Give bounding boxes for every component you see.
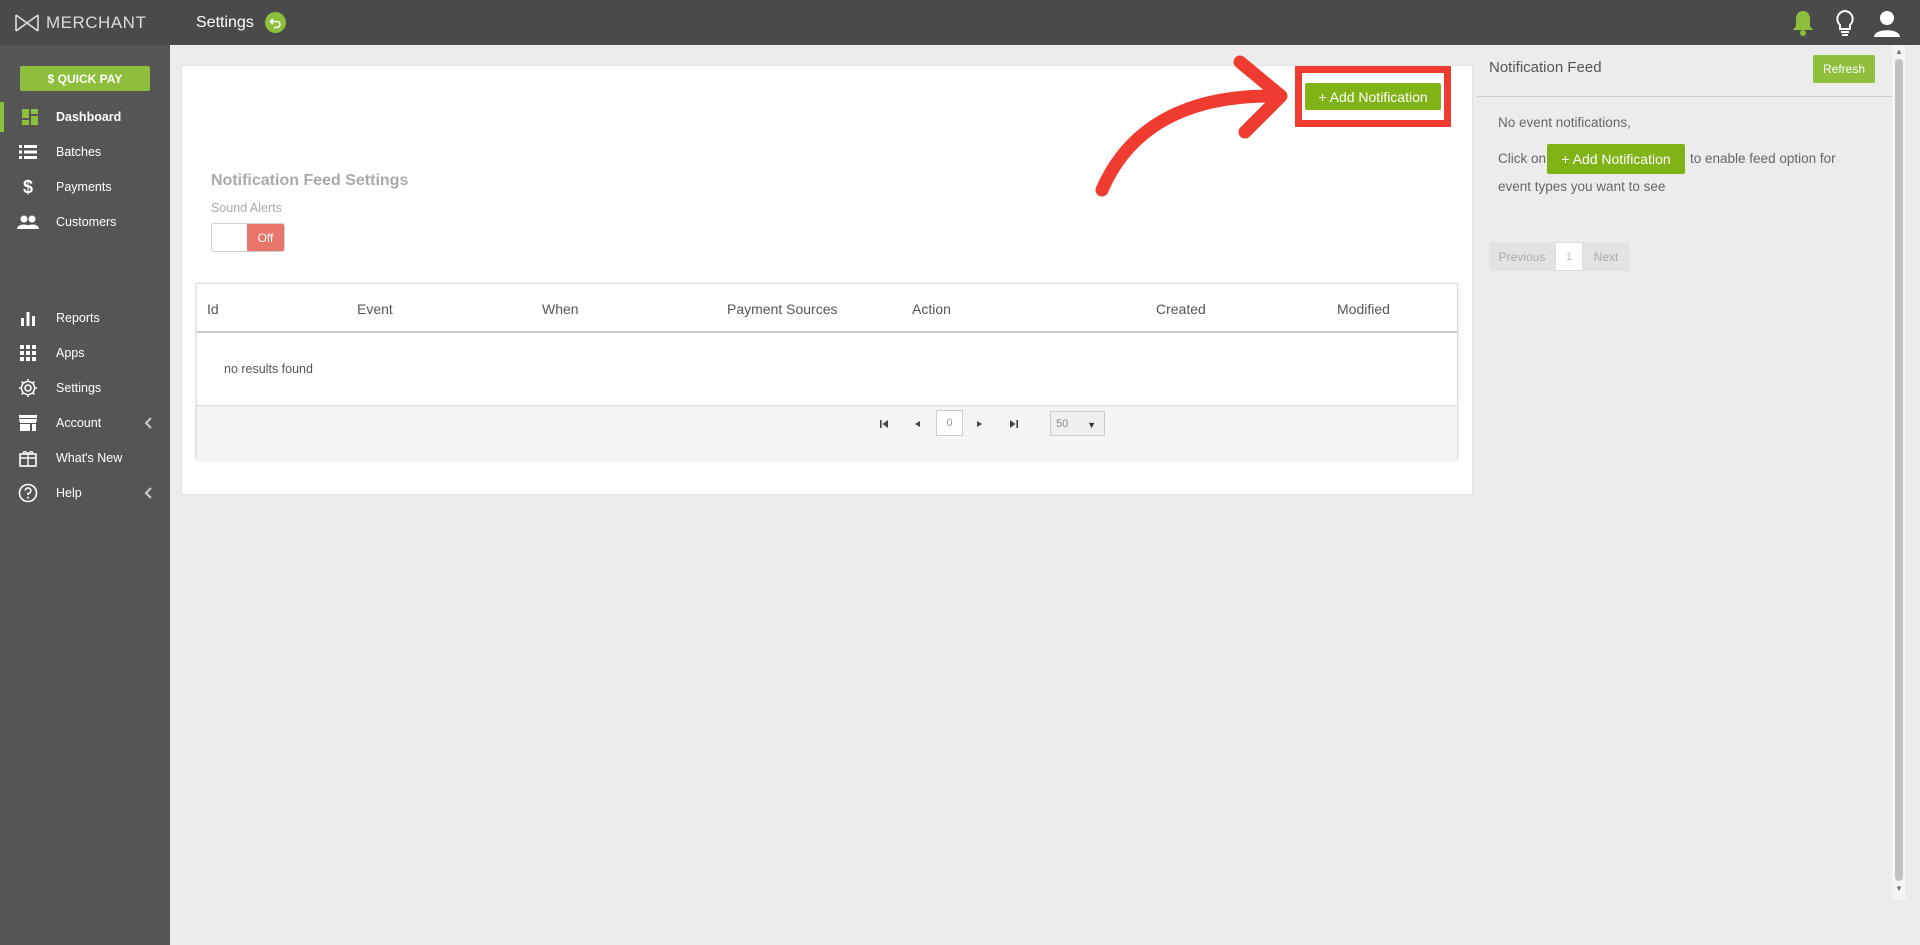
sidebar-item-label: Payments [56,180,112,194]
empty-table-message: no results found [224,362,313,376]
vertical-scrollbar[interactable]: ▲ ▼ [1892,45,1906,900]
sidebar-item-label: Account [56,416,102,430]
quick-pay-button[interactable]: $ QUICK PAY [20,66,150,91]
feed-page-number[interactable]: 1 [1555,242,1583,271]
chevron-left-icon [144,417,152,432]
apps-grid-icon [0,345,56,361]
dollar-icon: $ [22,176,33,197]
sidebar-item-reports[interactable]: Reports [0,303,170,333]
help-icon [0,483,56,503]
feed-next-button[interactable]: Next [1583,242,1629,271]
gift-icon [0,449,56,467]
brand-logo[interactable]: MERCHANT [0,13,170,33]
scrollbar-thumb[interactable] [1895,59,1903,881]
sidebar-item-customers[interactable]: Customers [0,207,170,237]
column-header-modified[interactable]: Modified [1337,301,1390,317]
chevron-left-icon [144,487,152,502]
feed-instructions-line1: to enable feed option for [1690,151,1836,166]
sidebar-item-label: What's New [56,451,123,465]
column-header-when[interactable]: When [542,301,579,317]
top-bar: MERCHANT Settings [0,0,1920,45]
sidebar-item-label: Apps [56,346,85,360]
sidebar-item-label: Customers [56,215,117,229]
merchant-logo-icon [15,13,39,32]
bar-chart-icon [0,310,56,326]
page-size-select[interactable]: 50 ▼ [1050,411,1105,436]
column-header-payment-sources[interactable]: Payment Sources [727,301,838,317]
notification-feed-panel: Notification Feed Refresh No event notif… [1477,51,1892,945]
page-title-area: Settings [196,12,286,33]
table-pagination: 0 50 ▼ [197,405,1457,460]
next-page-icon[interactable] [976,419,984,432]
column-header-id[interactable]: Id [207,301,219,317]
notifications-bell-icon[interactable] [1788,8,1818,38]
dashboard-icon [4,108,56,126]
refresh-button[interactable]: Refresh [1813,55,1875,83]
sidebar-item-payments[interactable]: $ Payments [0,172,170,202]
store-icon [0,415,56,431]
first-page-icon[interactable] [879,419,889,432]
batches-icon [0,144,56,160]
sidebar-item-label: Batches [56,145,102,159]
current-page-input[interactable]: 0 [936,410,963,436]
brand-name: MERCHANT [46,12,147,32]
sidebar-item-label: Settings [56,381,102,395]
feed-instructions-line2: event types you want to see [1498,179,1666,194]
add-notification-button[interactable]: + Add Notification [1305,83,1441,110]
feed-add-notification-button[interactable]: + Add Notification [1547,144,1685,174]
sidebar-item-label: Reports [56,311,100,325]
gear-icon [0,378,56,398]
scroll-down-arrow-icon[interactable]: ▼ [1895,884,1903,893]
sidebar: $ QUICK PAY Dashboard Batches $ Payments… [0,45,170,945]
feed-empty-message: No event notifications, [1498,115,1631,130]
feed-divider [1477,96,1892,97]
page-size-value: 50 [1056,417,1069,430]
undo-arrow-icon [269,18,281,29]
sidebar-item-account[interactable]: Account [0,408,170,438]
sidebar-item-whats-new[interactable]: What's New [0,443,170,473]
column-header-event[interactable]: Event [357,301,393,317]
feed-previous-button[interactable]: Previous [1489,242,1555,271]
customers-icon [0,215,56,229]
toggle-state-label: Off [247,224,284,251]
sound-alerts-toggle[interactable]: Off [211,223,285,252]
user-avatar-icon[interactable] [1872,8,1902,38]
page-title: Settings [196,13,254,31]
sidebar-item-dashboard[interactable]: Dashboard [0,102,170,132]
top-icons [1788,0,1902,45]
last-page-icon[interactable] [1009,419,1019,432]
sidebar-item-settings[interactable]: Settings [0,373,170,403]
sidebar-item-batches[interactable]: Batches [0,137,170,167]
feed-title: Notification Feed [1489,59,1602,76]
dropdown-caret-icon: ▼ [1087,420,1096,430]
column-header-created[interactable]: Created [1156,301,1206,317]
back-button[interactable] [264,12,286,33]
feed-click-prefix: Click on [1498,151,1547,166]
settings-title: Notification Feed Settings [211,172,409,189]
sidebar-item-help[interactable]: Help [0,478,170,508]
notifications-table: Id Event When Payment Sources Action Cre… [196,283,1458,460]
sidebar-item-label: Dashboard [56,110,122,124]
sidebar-item-apps[interactable]: Apps [0,338,170,368]
column-header-action[interactable]: Action [912,301,951,317]
scroll-up-arrow-icon[interactable]: ▲ [1895,47,1903,56]
lightbulb-icon[interactable] [1830,8,1860,38]
sound-alerts-label: Sound Alerts [211,201,282,215]
table-header: Id Event When Payment Sources Action Cre… [197,284,1457,333]
prev-page-icon[interactable] [913,419,921,432]
sidebar-item-label: Help [56,486,82,500]
